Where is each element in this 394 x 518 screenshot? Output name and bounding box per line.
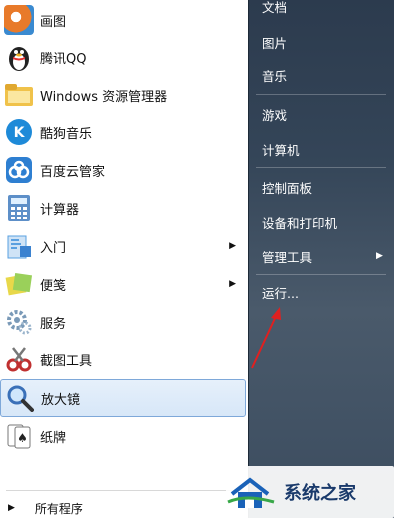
right-link-games[interactable]: 游戏 bbox=[262, 100, 287, 128]
program-label: 放大镜 bbox=[41, 392, 81, 408]
right-link-music[interactable]: 音乐 bbox=[262, 61, 287, 89]
program-calculator[interactable]: 计算器 bbox=[0, 190, 246, 226]
sticky-notes-icon bbox=[4, 269, 34, 299]
separator bbox=[256, 94, 386, 95]
program-qq[interactable]: 腾讯QQ bbox=[0, 39, 246, 75]
program-label: Windows 资源管理器 bbox=[40, 89, 168, 105]
svg-text:♠: ♠ bbox=[17, 431, 28, 445]
program-paint[interactable]: 画图 bbox=[0, 2, 246, 38]
baidu-cloud-icon bbox=[4, 155, 34, 185]
program-label: 纸牌 bbox=[40, 430, 67, 446]
program-baidu-cloud[interactable]: 百度云管家 bbox=[0, 152, 246, 188]
folder-explorer-icon bbox=[4, 80, 34, 110]
right-link-pictures[interactable]: 图片 bbox=[262, 28, 287, 56]
program-label: 入门 bbox=[40, 240, 67, 256]
separator bbox=[6, 490, 242, 491]
paint-icon bbox=[4, 5, 34, 35]
program-label: 便笺 bbox=[40, 278, 67, 294]
program-label: 百度云管家 bbox=[40, 164, 106, 180]
program-snipping-tool[interactable]: 截图工具 bbox=[0, 341, 246, 377]
solitaire-icon: ♠ bbox=[4, 421, 34, 451]
program-services[interactable]: 服务 bbox=[0, 304, 246, 340]
services-gear-icon bbox=[4, 307, 34, 337]
watermark-text: 系统之家 bbox=[284, 483, 356, 504]
program-getting-started[interactable]: 入门 ▶ bbox=[0, 228, 246, 264]
watermark-logo: 系统之家 bbox=[226, 466, 394, 518]
right-link-control-panel[interactable]: 控制面板 bbox=[262, 173, 312, 201]
program-label: 酷狗音乐 bbox=[40, 126, 93, 142]
kugou-icon: K bbox=[4, 117, 34, 147]
program-windows-explorer[interactable]: Windows 资源管理器 bbox=[0, 77, 246, 113]
separator bbox=[256, 167, 386, 168]
right-link-admin-tools[interactable]: 管理工具 bbox=[262, 242, 312, 270]
submenu-arrow-icon[interactable]: ▶ bbox=[376, 251, 383, 261]
right-link-run[interactable]: 运行... bbox=[262, 278, 299, 306]
right-link-documents[interactable]: 文档 bbox=[262, 0, 287, 20]
calculator-icon bbox=[4, 193, 34, 223]
program-label: 画图 bbox=[40, 14, 67, 30]
program-label: 截图工具 bbox=[40, 353, 93, 369]
submenu-arrow-icon[interactable]: ▶ bbox=[229, 279, 236, 289]
snipping-tool-icon bbox=[4, 344, 34, 374]
program-kugou[interactable]: K 酷狗音乐 bbox=[0, 114, 246, 150]
program-magnifier[interactable]: 放大镜 bbox=[0, 379, 246, 417]
program-solitaire[interactable]: ♠ 纸牌 bbox=[0, 418, 246, 454]
right-link-devices-printers[interactable]: 设备和打印机 bbox=[262, 208, 337, 236]
getting-started-icon bbox=[4, 231, 34, 261]
all-programs-button[interactable]: ▶ 所有程序 bbox=[0, 498, 246, 518]
start-menu-programs-pane: 画图 腾讯QQ Windows 资源管理器 K 酷狗音乐 百度云管家 计算器 入… bbox=[0, 0, 248, 518]
qq-penguin-icon bbox=[4, 42, 34, 72]
program-label: 腾讯QQ bbox=[40, 51, 87, 67]
program-sticky-notes[interactable]: 便笺 ▶ bbox=[0, 266, 246, 302]
svg-text:K: K bbox=[14, 125, 26, 141]
right-link-computer[interactable]: 计算机 bbox=[262, 135, 300, 163]
program-label: 计算器 bbox=[40, 202, 80, 218]
program-label: 服务 bbox=[40, 316, 67, 332]
all-programs-label: 所有程序 bbox=[34, 501, 83, 516]
watermark-house-icon bbox=[227, 477, 275, 508]
separator bbox=[256, 274, 386, 275]
play-arrow-icon: ▶ bbox=[8, 503, 15, 513]
submenu-arrow-icon[interactable]: ▶ bbox=[229, 241, 236, 251]
magnifier-icon bbox=[5, 383, 35, 413]
